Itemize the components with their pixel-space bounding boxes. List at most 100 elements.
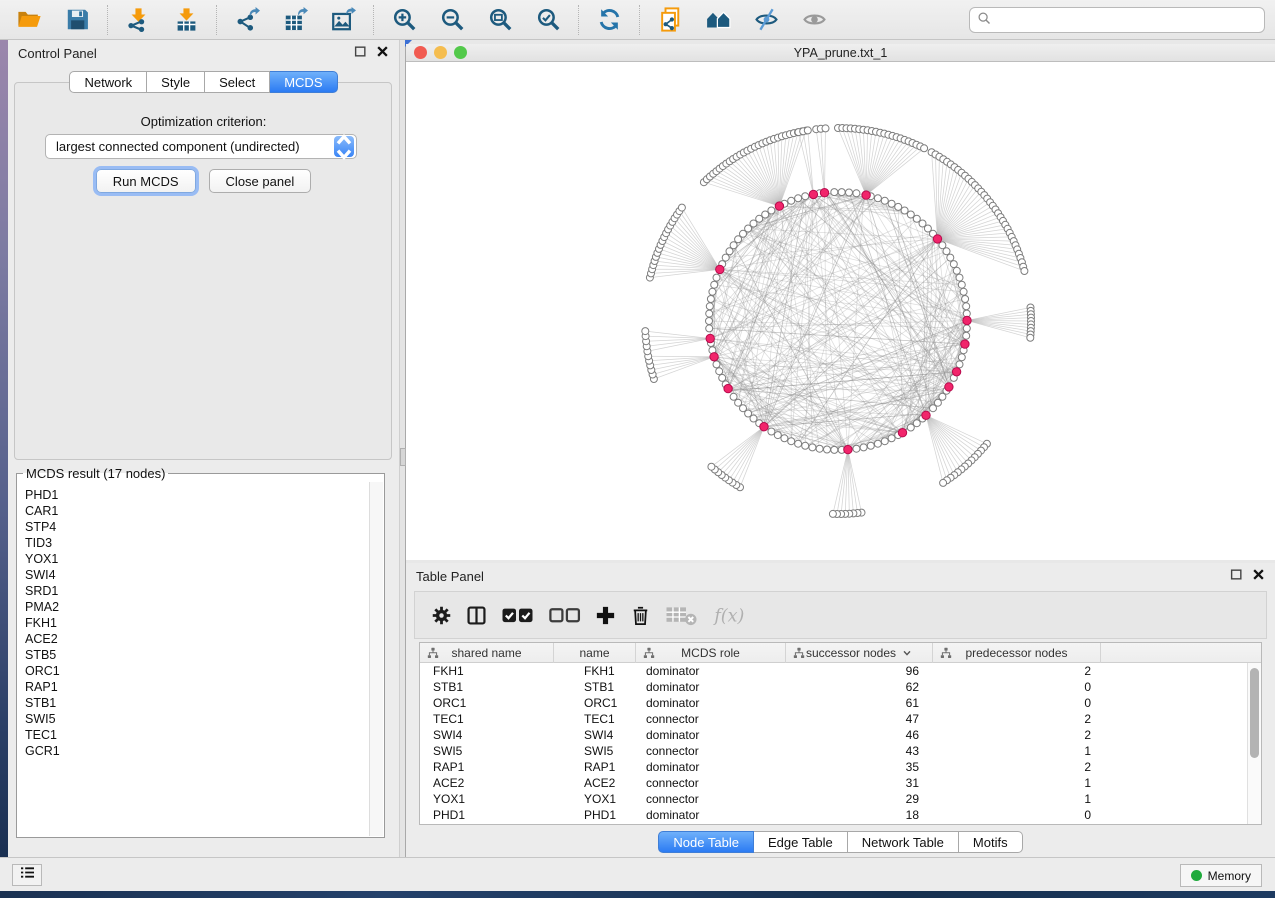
- mcds-result-item[interactable]: ORC1: [25, 663, 369, 679]
- table-scrollbar-thumb[interactable]: [1250, 668, 1259, 758]
- show-graphics-icon: [802, 7, 827, 32]
- mcds-result-item[interactable]: PHD1: [25, 487, 369, 503]
- table-column-headers: shared namenameMCDS rolesuccessor nodesp…: [420, 643, 1261, 663]
- zoom-in-icon: [392, 7, 417, 32]
- mcds-result-item[interactable]: STP4: [25, 519, 369, 535]
- table-row[interactable]: ACE2ACE2connector311: [420, 775, 1247, 791]
- desktop-wallpaper-bottom: [0, 891, 1275, 898]
- memory-button[interactable]: Memory: [1180, 864, 1262, 887]
- show-graphics-button[interactable]: [795, 3, 833, 37]
- zoom-fit-button[interactable]: [481, 3, 519, 37]
- table-tab-node-table[interactable]: Node Table: [658, 831, 754, 853]
- mcds-list-scrollbar[interactable]: [369, 482, 383, 836]
- close-panel-button[interactable]: Close panel: [209, 169, 312, 193]
- table-cell: 2: [933, 759, 1101, 775]
- mcds-result-item[interactable]: YOX1: [25, 551, 369, 567]
- column-header-shared-name[interactable]: shared name: [420, 643, 554, 663]
- zoom-selected-icon: [536, 7, 561, 32]
- svg-text:f(x): f(x): [712, 606, 744, 626]
- mcds-result-item[interactable]: CAR1: [25, 503, 369, 519]
- tab-mcds[interactable]: MCDS: [270, 71, 337, 93]
- network-graph[interactable]: [406, 62, 1275, 559]
- mcds-result-item[interactable]: PMA2: [25, 599, 369, 615]
- table-cell: ORC1: [554, 695, 636, 711]
- refresh-button[interactable]: [590, 3, 628, 37]
- table-cell: dominator: [636, 679, 786, 695]
- table-tab-edge-table[interactable]: Edge Table: [754, 831, 848, 853]
- table-row[interactable]: RAP1RAP1dominator352: [420, 759, 1247, 775]
- show-panel-list-button[interactable]: [12, 864, 42, 886]
- table-row[interactable]: PHD1PHD1dominator180: [420, 807, 1247, 823]
- hide-graphics-icon: [754, 7, 779, 32]
- delete-button[interactable]: [630, 600, 651, 630]
- zoom-selected-button[interactable]: [529, 3, 567, 37]
- import-table-icon: [174, 7, 199, 32]
- memory-label: Memory: [1208, 869, 1251, 883]
- table-row[interactable]: FKH1FKH1dominator962: [420, 663, 1247, 679]
- hide-graphics-button[interactable]: [747, 3, 785, 37]
- table-row[interactable]: SWI5SWI5connector431: [420, 743, 1247, 759]
- run-mcds-button[interactable]: Run MCDS: [96, 169, 196, 193]
- zoom-in-button[interactable]: [385, 3, 423, 37]
- table-row[interactable]: SWI4SWI4dominator462: [420, 727, 1247, 743]
- export-network-button[interactable]: [228, 3, 266, 37]
- mcds-result-box: MCDS result (17 nodes) PHD1CAR1STP4TID3Y…: [16, 466, 385, 838]
- export-table-button[interactable]: [276, 3, 314, 37]
- float-table-panel-icon[interactable]: [1230, 568, 1243, 581]
- columns-button[interactable]: [466, 600, 487, 630]
- table-row[interactable]: TEC1TEC1connector472: [420, 711, 1247, 727]
- column-header-predecessor-nodes[interactable]: predecessor nodes: [933, 643, 1101, 663]
- column-header-name[interactable]: name: [554, 643, 636, 663]
- toolbar-separator: [578, 5, 579, 35]
- mcds-result-title: MCDS result (17 nodes): [23, 466, 168, 481]
- deselect-all-button[interactable]: [548, 600, 581, 630]
- open-folder-button[interactable]: [10, 3, 48, 37]
- column-header-MCDS-role[interactable]: MCDS role: [636, 643, 786, 663]
- table-row[interactable]: ORC1ORC1dominator610: [420, 695, 1247, 711]
- close-panel-icon[interactable]: [376, 45, 389, 58]
- houses-button[interactable]: [699, 3, 737, 37]
- table-cell: STB1: [420, 679, 554, 695]
- save-button[interactable]: [58, 3, 96, 37]
- network-window-title: YPA_prune.txt_1: [406, 46, 1275, 60]
- export-image-button[interactable]: [324, 3, 362, 37]
- network-canvas[interactable]: [406, 62, 1275, 559]
- tab-style[interactable]: Style: [147, 71, 205, 93]
- mcds-result-item[interactable]: TEC1: [25, 727, 369, 743]
- close-table-panel-icon[interactable]: [1252, 568, 1265, 581]
- mcds-result-item[interactable]: SRD1: [25, 583, 369, 599]
- float-panel-icon[interactable]: [354, 45, 367, 58]
- table-scrollbar[interactable]: [1247, 663, 1261, 824]
- copy-network-button[interactable]: [651, 3, 689, 37]
- table-panel-tabs: Node TableEdge TableNetwork TableMotifs: [406, 831, 1275, 853]
- mcds-result-item[interactable]: ACE2: [25, 631, 369, 647]
- mcds-result-item[interactable]: SWI4: [25, 567, 369, 583]
- add-button[interactable]: [595, 600, 616, 630]
- table-tab-network-table[interactable]: Network Table: [848, 831, 959, 853]
- mcds-result-item[interactable]: SWI5: [25, 711, 369, 727]
- table-row[interactable]: YOX1YOX1connector291: [420, 791, 1247, 807]
- import-table-button[interactable]: [167, 3, 205, 37]
- tab-select[interactable]: Select: [205, 71, 270, 93]
- mcds-result-item[interactable]: TID3: [25, 535, 369, 551]
- select-all-button[interactable]: [501, 600, 534, 630]
- table-cell: 46: [786, 727, 933, 743]
- mcds-result-item[interactable]: GCR1: [25, 743, 369, 759]
- table-tab-motifs[interactable]: Motifs: [959, 831, 1023, 853]
- tab-network[interactable]: Network: [69, 71, 147, 93]
- optimization-criterion-select[interactable]: largest connected component (undirected): [45, 134, 357, 159]
- search-input[interactable]: [992, 10, 1258, 30]
- mcds-result-item[interactable]: STB1: [25, 695, 369, 711]
- column-header-successor-nodes[interactable]: successor nodes: [786, 643, 933, 663]
- gear-button[interactable]: [431, 600, 452, 630]
- panel-splitter[interactable]: [399, 40, 406, 857]
- zoom-out-button[interactable]: [433, 3, 471, 37]
- mcds-result-item[interactable]: STB5: [25, 647, 369, 663]
- table-row[interactable]: STB1STB1dominator620: [420, 679, 1247, 695]
- import-network-button[interactable]: [119, 3, 157, 37]
- search-box[interactable]: [969, 7, 1265, 33]
- table-cell: TEC1: [420, 711, 554, 727]
- table-cell: FKH1: [554, 663, 636, 679]
- mcds-result-item[interactable]: FKH1: [25, 615, 369, 631]
- mcds-result-item[interactable]: RAP1: [25, 679, 369, 695]
